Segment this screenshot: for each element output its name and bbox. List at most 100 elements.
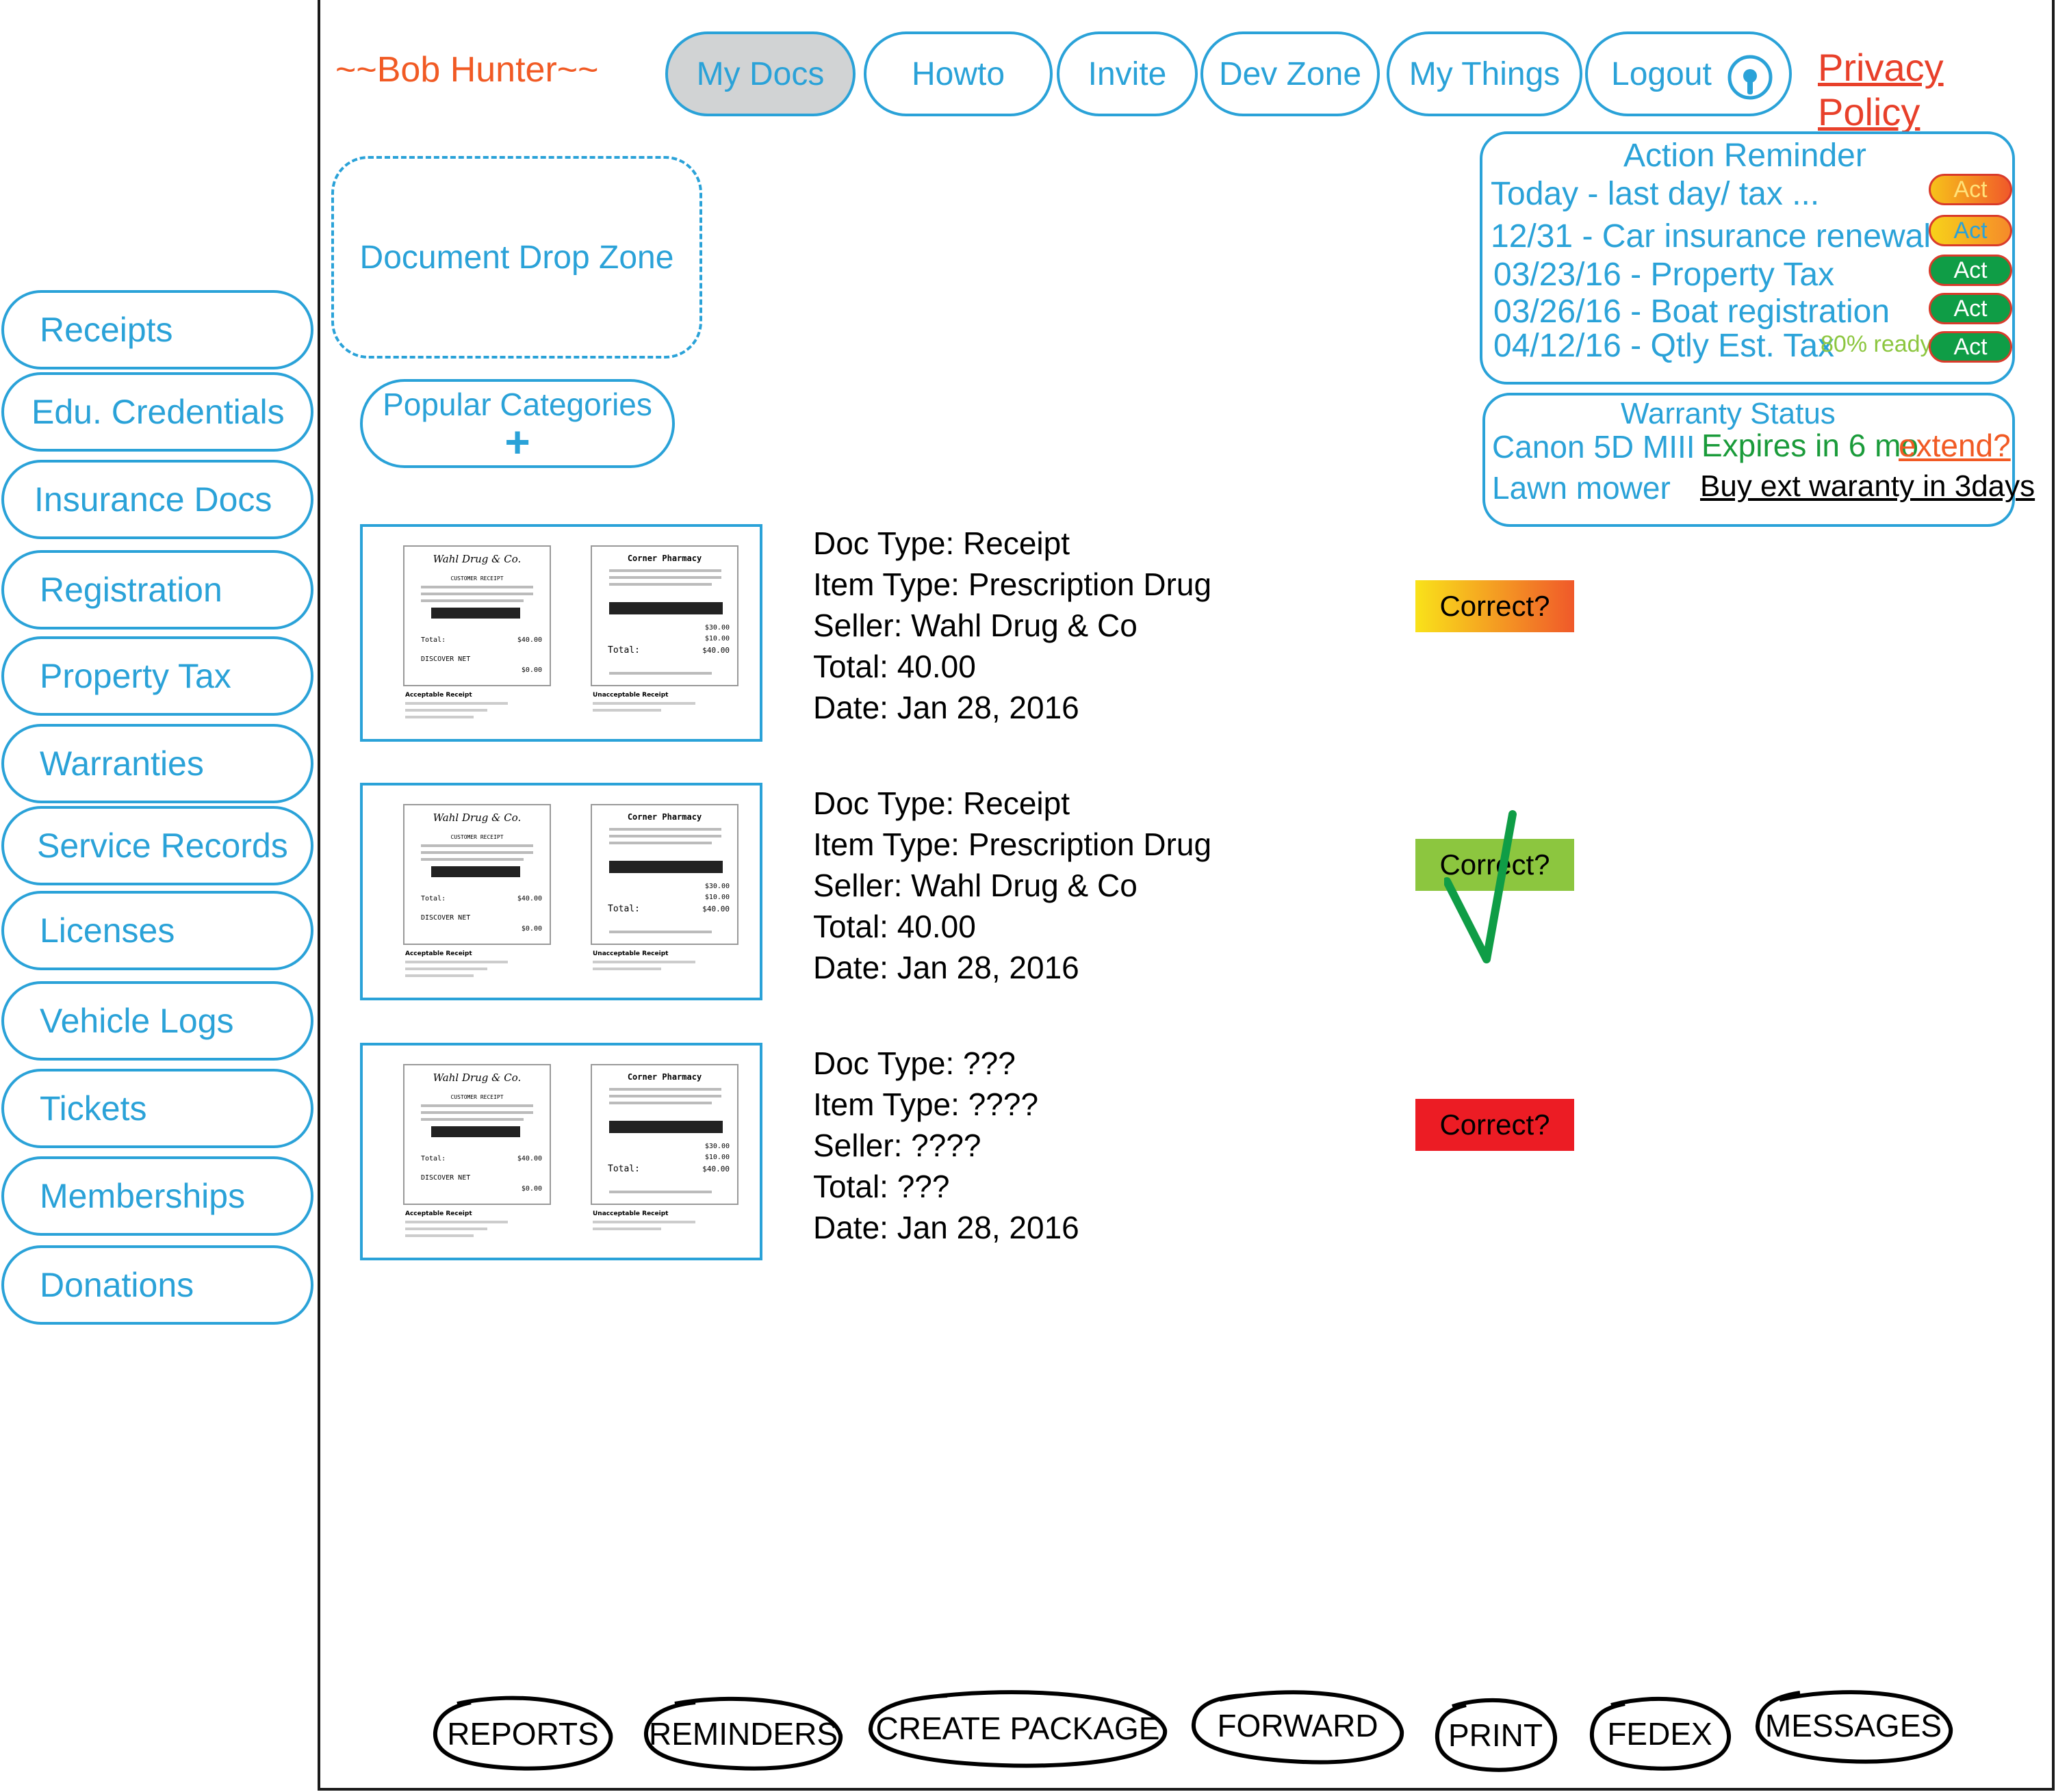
sidebar-item-property-tax[interactable]: Property Tax [1,636,313,716]
receipt-total-label: Total: [421,895,446,903]
document-thumbnail[interactable]: Wahl Drug & Co. CUSTOMER RECEIPT Total: … [360,524,762,742]
receipt-line: $30.00 [705,1143,730,1150]
act-button[interactable]: Act [1929,215,2012,246]
date: Date: Jan 28, 2016 [813,690,1079,725]
total: Total: ??? [813,1169,950,1204]
extend-warranty-link[interactable]: extend? [1899,427,2011,464]
sidebar-item-insurance-docs[interactable]: Insurance Docs [1,460,313,539]
sidebar-item-warranties[interactable]: Warranties [1,724,313,803]
button-label: FORWARD [1217,1708,1378,1743]
sidebar-item-label: Donations [40,1266,194,1304]
tab-my-things[interactable]: My Things [1387,31,1582,116]
plus-icon: + [504,417,530,467]
sidebar-item-licenses[interactable]: Licenses [1,891,313,970]
sidebar-item-service-records[interactable]: Service Records [1,806,313,885]
sidebar-item-edu-credentials[interactable]: Edu. Credentials [1,372,313,452]
tab-dev-zone[interactable]: Dev Zone [1200,31,1380,116]
doc-type: Doc Type: Receipt [813,785,1070,821]
correct-label: Correct? [1439,590,1550,622]
popular-categories-button[interactable]: Popular Categories + [360,379,675,468]
warranty-item: Canon 5D MIII [1492,429,1695,465]
receipt-total-label: Total: [421,1155,446,1163]
seller: Seller: ???? [813,1128,981,1163]
receipt-total-label: Total: [608,904,640,914]
sidebar-item-vehicle-logs[interactable]: Vehicle Logs [1,981,313,1061]
document-details: Doc Type: ??? Item Type: ???? Seller: ??… [813,1043,1079,1248]
reminder-item: 03/23/16 - Property Tax [1493,257,1835,293]
total: Total: 40.00 [813,909,976,944]
receipt-change: $0.00 [522,925,542,933]
forward-button[interactable]: FORWARD [1188,1686,1407,1765]
seller: Seller: Wahl Drug & Co [813,868,1138,903]
receipt-seller-name: Wahl Drug & Co. [433,811,522,824]
document-drop-zone[interactable]: Document Drop Zone [331,156,702,359]
reminder-item: 12/31 - Car insurance renewal [1491,218,1931,255]
sidebar-item-label: Licenses [40,911,175,950]
tab-my-docs[interactable]: My Docs [665,31,856,116]
messages-button[interactable]: MESSAGES [1752,1686,1955,1765]
receipt-seller-name: Corner Pharmacy [628,812,702,822]
receipt-card: DISCOVER NET [421,1174,470,1182]
receipt-line: $10.00 [705,1154,730,1161]
receipt-total: $40.00 [702,646,730,655]
act-button[interactable]: Act [1929,255,2012,286]
correct-button[interactable]: Correct? [1415,1099,1574,1151]
reminder-item: Today - last day/ tax ... [1491,176,1820,212]
receipt-line: $10.00 [705,635,730,642]
doc-type: Doc Type: Receipt [813,525,1070,561]
receipt-total: $40.00 [517,1155,542,1163]
user-name: ~~Bob Hunter~~ [335,50,599,90]
sidebar-item-label: Tickets [40,1089,147,1128]
sidebar-item-donations[interactable]: Donations [1,1245,313,1325]
sidebar-item-label: Memberships [40,1177,246,1215]
tab-howto[interactable]: Howto [864,31,1053,116]
sidebar-item-tickets[interactable]: Tickets [1,1069,313,1148]
sidebar-item-label: Service Records [37,827,288,865]
act-button[interactable]: Act [1929,331,2012,363]
privacy-policy-link[interactable]: Privacy Policy [1818,45,2056,134]
date: Date: Jan 28, 2016 [813,950,1079,985]
date: Date: Jan 28, 2016 [813,1210,1079,1245]
item-type: Item Type: Prescription Drug [813,567,1212,602]
receipt-seller-name: Wahl Drug & Co. [433,553,522,565]
warranty-expiry-status: Expires in 6 mo [1701,428,1919,463]
tab-label: My Docs [696,55,825,92]
receipt-line: $30.00 [705,624,730,632]
receipt-line: $30.00 [705,883,730,890]
create-package-button[interactable]: CREATE PACKAGE [865,1689,1170,1768]
print-button[interactable]: PRINT [1432,1696,1559,1775]
receipt-caption: Acceptable Receipt [405,1210,472,1217]
button-label: PRINT [1448,1717,1543,1753]
correct-button[interactable]: Correct? [1415,580,1574,632]
receipt-preview: Wahl Drug & Co. CUSTOMER RECEIPT Total: … [403,804,738,977]
receipt-caption: Unacceptable Receipt [593,1210,669,1217]
item-type: Item Type: Prescription Drug [813,827,1212,862]
sidebar-item-label: Warranties [40,744,204,783]
tab-label: Dev Zone [1218,55,1362,92]
sidebar-item-registration[interactable]: Registration [1,550,313,629]
sidebar-item-label: Vehicle Logs [40,1002,234,1040]
receipt-total: $40.00 [702,1165,730,1173]
document-thumbnail[interactable]: Wahl Drug & Co. CUSTOMER RECEIPT Total: … [360,1043,762,1260]
act-button[interactable]: Act [1929,293,2012,324]
document-details: Doc Type: Receipt Item Type: Prescriptio… [813,523,1211,728]
receipt-seller-name: Corner Pharmacy [628,554,702,563]
reminders-button[interactable]: REMINDERS [641,1694,846,1774]
warranty-item: Lawn mower [1492,470,1671,506]
logout-button[interactable]: Logout [1585,31,1792,116]
receipt-preview: Wahl Drug & Co. CUSTOMER RECEIPT Total: … [403,1064,738,1237]
receipt-change: $0.00 [522,1185,542,1193]
fedex-button[interactable]: FEDEX [1586,1694,1733,1774]
document-thumbnail[interactable]: Wahl Drug & Co. CUSTOMER RECEIPT Total: … [360,783,762,1000]
tab-invite[interactable]: Invite [1057,31,1198,116]
receipt-change: $0.00 [522,666,542,674]
act-button[interactable]: Act [1929,174,2012,205]
document-details: Doc Type: Receipt Item Type: Prescriptio… [813,783,1211,988]
receipt-caption: Unacceptable Receipt [593,950,669,957]
reports-button[interactable]: REPORTS [430,1694,616,1774]
sidebar-item-receipts[interactable]: Receipts [1,290,313,369]
sidebar-item-label: Edu. Credentials [31,393,285,431]
total: Total: 40.00 [813,649,976,684]
buy-ext-warranty-link[interactable]: Buy ext waranty in 3days [1700,469,2035,504]
sidebar-item-memberships[interactable]: Memberships [1,1156,313,1236]
